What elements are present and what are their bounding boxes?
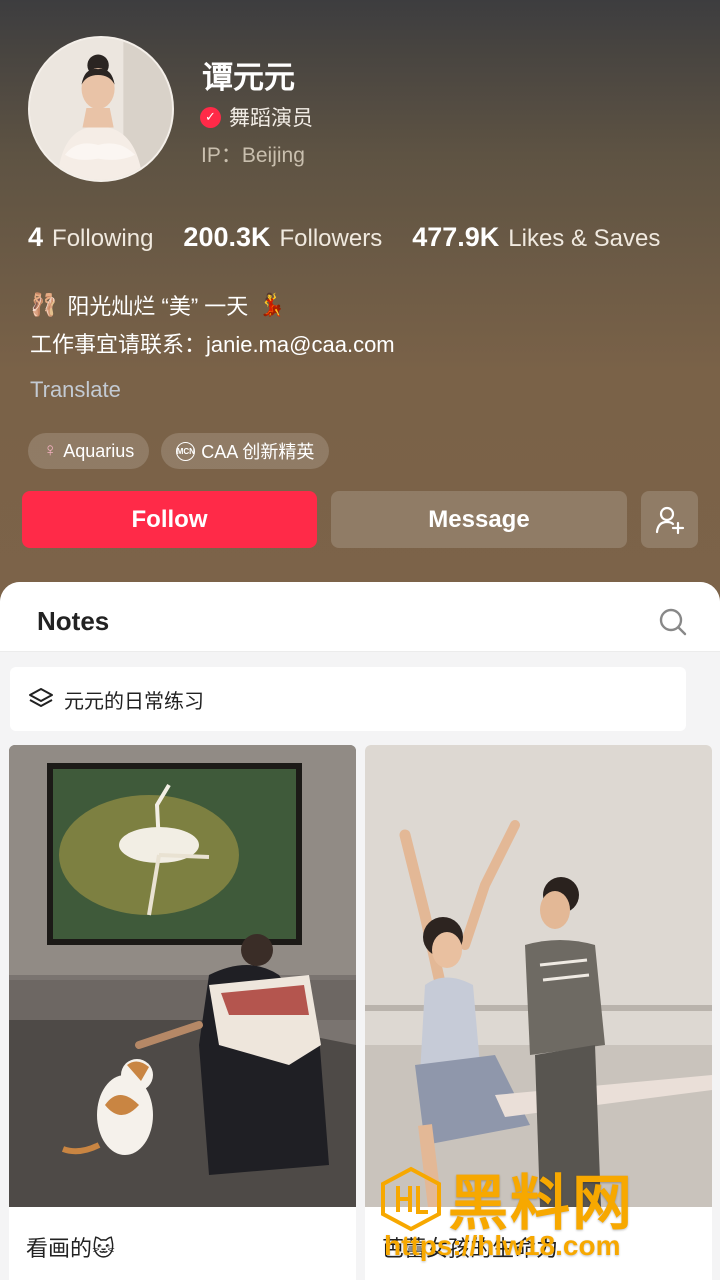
- verified-title: 舞蹈演员: [229, 107, 313, 130]
- stat-label: Likes & Saves: [508, 225, 661, 252]
- watermark-text: 黑料网: [448, 1170, 634, 1237]
- verified-check-icon: ✓: [200, 106, 221, 128]
- collection-label: 元元的日常练习: [64, 690, 204, 713]
- dancer-icon: 💃: [258, 292, 286, 317]
- layers-icon: [29, 688, 53, 707]
- message-button[interactable]: Message: [331, 491, 627, 548]
- note-title: 看画的🐱: [26, 1236, 115, 1261]
- note-card[interactable]: 看画的🐱: [9, 745, 356, 1280]
- stat-number: 477.9K: [412, 222, 500, 252]
- bio-line-1: 🩰 阳光灿烂 “美” 一天 💃: [30, 289, 286, 321]
- watermark-logo-icon: [381, 1166, 441, 1231]
- follow-button[interactable]: Follow: [22, 491, 317, 548]
- bio-line-2: 工作事宜请联系：janie.ma@caa.com: [30, 332, 395, 357]
- search-icon: [659, 608, 687, 636]
- stats-row: 4 Following 200.3K Followers 477.9K Like…: [28, 222, 718, 253]
- tag-mcn[interactable]: MCN CAA 创新精英: [161, 433, 330, 469]
- stat-likes-saves[interactable]: 477.9K Likes & Saves: [412, 222, 660, 253]
- tag-label: CAA 创新精英: [201, 442, 315, 462]
- tag-label: Aquarius: [63, 440, 135, 461]
- add-user-icon: [655, 506, 684, 534]
- profile-tags: ♀ Aquarius MCN CAA 创新精英: [28, 433, 330, 469]
- mcn-badge-icon: MCN: [176, 441, 196, 461]
- stat-number: 200.3K: [183, 222, 271, 252]
- stat-label: Following: [52, 225, 154, 252]
- note-image-painting-cat: [9, 745, 356, 1207]
- stat-number: 4: [28, 222, 44, 252]
- verified-title-row: ✓ 舞蹈演员: [200, 102, 313, 132]
- tab-bar: Notes: [0, 582, 720, 652]
- stat-label: Followers: [279, 225, 383, 252]
- avatar[interactable]: [28, 36, 174, 182]
- note-image-ballet-girls: [365, 745, 712, 1207]
- ballet-shoes-icon: 🩰: [30, 292, 58, 317]
- bio-text-1: 阳光灿烂 “美” 一天: [67, 294, 249, 319]
- female-symbol-icon: ♀: [43, 440, 58, 461]
- collection-item[interactable]: 元元的日常练习: [10, 667, 686, 731]
- watermark: 黑料网: [378, 1155, 634, 1242]
- watermark-url: https://hlw18.com: [384, 1230, 621, 1261]
- stat-following[interactable]: 4 Following: [28, 222, 153, 253]
- add-friend-button[interactable]: [641, 491, 698, 548]
- translate-link[interactable]: Translate: [30, 377, 121, 403]
- search-button[interactable]: [658, 607, 688, 637]
- profile-name: 谭元元: [202, 60, 295, 95]
- ip-location: IP：Beijing: [201, 144, 305, 167]
- tag-zodiac[interactable]: ♀ Aquarius: [28, 433, 150, 469]
- portrait-avatar-icon: [30, 38, 172, 180]
- tab-notes[interactable]: Notes: [37, 606, 109, 637]
- stat-followers[interactable]: 200.3K Followers: [183, 222, 382, 253]
